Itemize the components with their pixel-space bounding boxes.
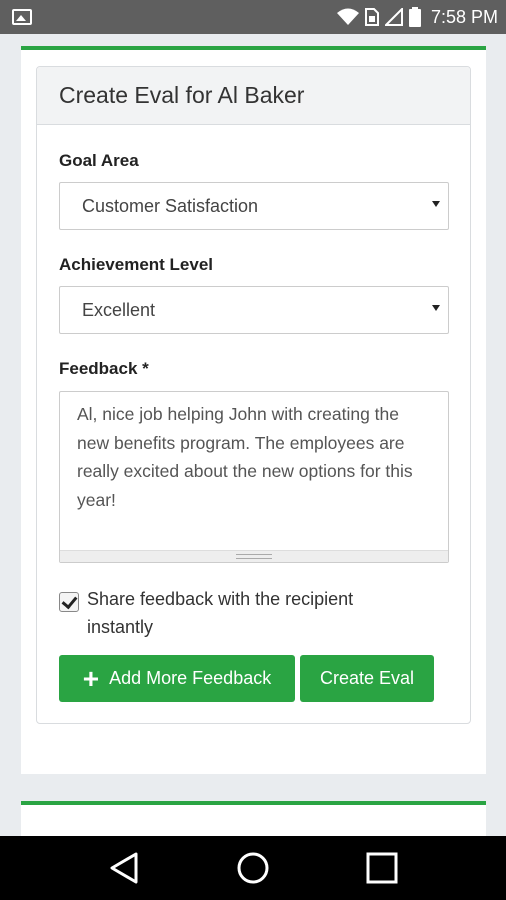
panel-header: Create Eval for Al Baker xyxy=(37,67,470,125)
textarea-resize-handle[interactable] xyxy=(60,550,448,562)
create-eval-label: Create Eval xyxy=(319,668,415,688)
achievement-level-value: Excellent xyxy=(82,299,156,320)
goal-area-value: Customer Satisfaction xyxy=(82,195,259,216)
battery-icon xyxy=(408,7,421,27)
create-eval-button[interactable]: Create Eval xyxy=(300,655,434,702)
add-more-feedback-button[interactable]: + Add More Feedback xyxy=(59,655,295,702)
back-button[interactable] xyxy=(104,848,144,888)
goal-area-select[interactable]: Customer Satisfaction xyxy=(59,182,449,230)
image-notification-icon xyxy=(12,9,32,25)
add-more-feedback-label: Add More Feedback xyxy=(109,668,272,688)
dropdown-caret-icon xyxy=(432,201,440,207)
plus-icon: + xyxy=(82,662,100,694)
feedback-text: Al, nice job helping John with creating … xyxy=(77,404,413,510)
navigation-bar xyxy=(0,836,506,900)
feedback-label: Feedback * xyxy=(59,359,149,378)
page-title: Create Eval for Al Baker xyxy=(59,82,305,108)
dropdown-caret-icon xyxy=(432,305,440,311)
share-feedback-checkbox[interactable] xyxy=(59,592,79,612)
recents-square-icon xyxy=(366,852,398,884)
signal-icon xyxy=(384,8,403,26)
achievement-level-label: Achievement Level xyxy=(59,255,214,274)
clock: 7:58 PM xyxy=(430,6,498,27)
goal-area-label: Goal Area xyxy=(59,151,139,170)
grip-icon xyxy=(236,554,272,559)
back-triangle-icon xyxy=(110,852,138,884)
achievement-level-select[interactable]: Excellent xyxy=(59,286,449,334)
sim-icon xyxy=(364,8,379,26)
recents-button[interactable] xyxy=(362,848,402,888)
home-circle-icon xyxy=(237,852,269,884)
share-feedback-label[interactable]: Share feedback with the recipient instan… xyxy=(87,585,417,641)
feedback-textarea[interactable]: Al, nice job helping John with creating … xyxy=(59,391,449,563)
status-icons: 7:58 PM xyxy=(336,6,498,28)
wifi-icon xyxy=(336,8,359,25)
home-button[interactable] xyxy=(233,848,273,888)
create-eval-panel: Create Eval for Al Baker Goal Area Custo… xyxy=(36,66,471,724)
next-card-container xyxy=(21,801,486,841)
status-bar: 7:58 PM xyxy=(0,0,506,34)
